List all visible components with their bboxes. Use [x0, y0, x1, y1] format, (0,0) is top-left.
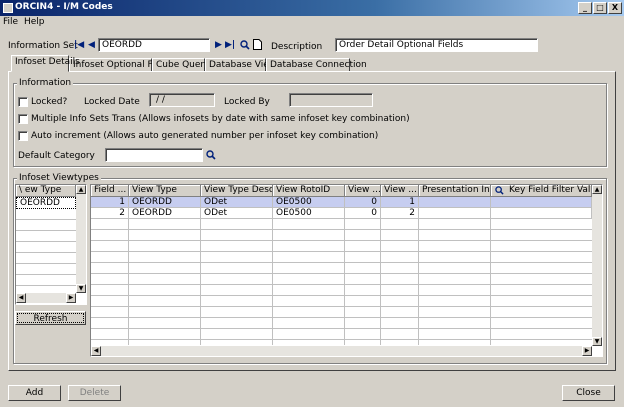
multiple-info-sets-checkbox[interactable]: [18, 114, 28, 124]
col-header-field[interactable]: Field ...: [91, 185, 129, 197]
search-icon[interactable]: [240, 40, 250, 50]
default-category-label: Default Category: [18, 151, 95, 161]
scroll-left-icon[interactable]: ◀: [91, 346, 101, 356]
locked-by-label: Locked By: [224, 97, 270, 107]
category-search-icon[interactable]: [206, 150, 216, 160]
default-category-field[interactable]: [105, 148, 203, 162]
auto-increment-label: Auto increment (Allows auto generated nu…: [31, 131, 379, 141]
tab-infoset-details[interactable]: Infoset Details: [11, 55, 80, 72]
col-header-view-type-desc[interactable]: View Type Desc...: [201, 185, 273, 197]
cell-view-2: 1: [381, 197, 419, 208]
description-field[interactable]: Order Detail Optional Fields: [335, 38, 538, 52]
close-button[interactable]: Close: [562, 385, 615, 401]
filter-search-icon[interactable]: [495, 186, 504, 195]
tab-infoset-optional-fields[interactable]: Infoset Optional Fields: [69, 58, 173, 72]
cell-view-1: 0: [345, 208, 381, 219]
maximize-button[interactable]: □: [593, 2, 607, 14]
locked-label: Locked?: [31, 97, 68, 107]
cell-view-type: OEORDD: [129, 197, 201, 208]
locked-date-label: Locked Date: [84, 97, 140, 107]
cell-field: 2: [91, 208, 129, 219]
delete-button: Delete: [68, 385, 121, 401]
cell-view-type-desc: ODet: [201, 208, 273, 219]
locked-checkbox[interactable]: [18, 97, 28, 107]
tab-cube-query[interactable]: Cube Query: [152, 58, 209, 72]
viewtype-list-header[interactable]: \ ew Type: [16, 185, 76, 197]
tab-database-view[interactable]: Database View: [205, 58, 276, 72]
window-title: ORCIN4 - I/M Codes: [15, 2, 113, 12]
next-record-icon[interactable]: ▶: [215, 40, 222, 50]
title-bar: ORCIN4 - I/M Codes _ □ X: [0, 0, 624, 16]
cell-presentation-info: [419, 208, 491, 219]
col-header-view-1[interactable]: View ...: [345, 185, 381, 197]
cell-presentation-info: [419, 197, 491, 208]
tab-database-connection[interactable]: Database Connection: [266, 58, 367, 72]
viewtypes-group-title: Infoset Viewtypes: [17, 173, 101, 183]
locked-date-field: / /: [149, 93, 215, 107]
col-header-key-field-filter[interactable]: Key Field Filter Value: [491, 185, 592, 197]
app-icon: [3, 3, 13, 13]
scroll-up-icon[interactable]: ▲: [76, 185, 86, 194]
cell-view-rotoid: OE0500: [273, 197, 345, 208]
scroll-down-icon[interactable]: ▼: [76, 284, 86, 293]
first-record-icon[interactable]: |◀: [74, 40, 84, 50]
viewtype-grid[interactable]: Field ... View Type View Type Desc... Vi…: [90, 184, 603, 357]
scroll-up-icon[interactable]: ▲: [592, 185, 602, 194]
table-row[interactable]: 2 OEORDD ODet OE0500 0 2: [91, 208, 592, 219]
col-header-presentation-info[interactable]: Presentation Inf...: [419, 185, 491, 197]
col-header-view-rotoid[interactable]: View RotoID: [273, 185, 345, 197]
viewtype-list-item[interactable]: OEORDD: [16, 197, 76, 209]
information-group-title: Information: [17, 78, 74, 88]
viewtype-list-vscroll[interactable]: ▲ ▼: [76, 185, 86, 293]
last-record-icon[interactable]: ▶|: [225, 40, 235, 50]
table-row[interactable]: 1 OEORDD ODet OE0500 0 1: [91, 197, 592, 208]
info-set-label: Information Set: [8, 41, 78, 51]
cell-view-2: 2: [381, 208, 419, 219]
refresh-button[interactable]: Refresh: [15, 311, 86, 325]
viewtype-list[interactable]: \ ew Type ▲ ▼ OEORDD ◀ ▶: [15, 184, 87, 305]
add-button[interactable]: Add: [8, 385, 61, 401]
cell-view-1: 0: [345, 197, 381, 208]
menu-bar: File Help: [0, 16, 624, 30]
grid-vscroll[interactable]: ▲ ▼: [592, 185, 602, 346]
cell-view-rotoid: OE0500: [273, 208, 345, 219]
viewtype-list-empty-rows: [16, 209, 76, 293]
cell-key-field-filter: [491, 208, 592, 219]
menu-file[interactable]: File: [3, 17, 18, 27]
locked-by-field: [289, 93, 373, 107]
info-set-field[interactable]: OEORDD: [98, 38, 210, 52]
scroll-right-icon[interactable]: ▶: [582, 346, 592, 356]
cell-key-field-filter: [491, 197, 592, 208]
cell-view-type: OEORDD: [129, 208, 201, 219]
col-header-view-type[interactable]: View Type: [129, 185, 201, 197]
scroll-left-icon[interactable]: ◀: [16, 293, 26, 303]
description-label: Description: [271, 42, 323, 52]
menu-help[interactable]: Help: [24, 17, 45, 27]
cell-view-type-desc: ODet: [201, 197, 273, 208]
auto-increment-checkbox[interactable]: [18, 131, 28, 141]
col-header-view-2[interactable]: View ...: [381, 185, 419, 197]
new-document-icon[interactable]: [253, 39, 262, 50]
prev-record-icon[interactable]: ◀: [88, 40, 95, 50]
grid-hscroll[interactable]: ◀ ▶: [91, 346, 592, 356]
viewtype-list-hscroll[interactable]: ◀ ▶: [16, 293, 76, 303]
close-window-button[interactable]: X: [608, 2, 622, 14]
minimize-button[interactable]: _: [578, 2, 592, 14]
grid-column-lines: [91, 219, 592, 345]
scroll-right-icon[interactable]: ▶: [66, 293, 76, 303]
scroll-down-icon[interactable]: ▼: [592, 337, 602, 346]
multiple-info-sets-label: Multiple Info Sets Trans (Allows infoset…: [31, 114, 410, 124]
cell-field: 1: [91, 197, 129, 208]
